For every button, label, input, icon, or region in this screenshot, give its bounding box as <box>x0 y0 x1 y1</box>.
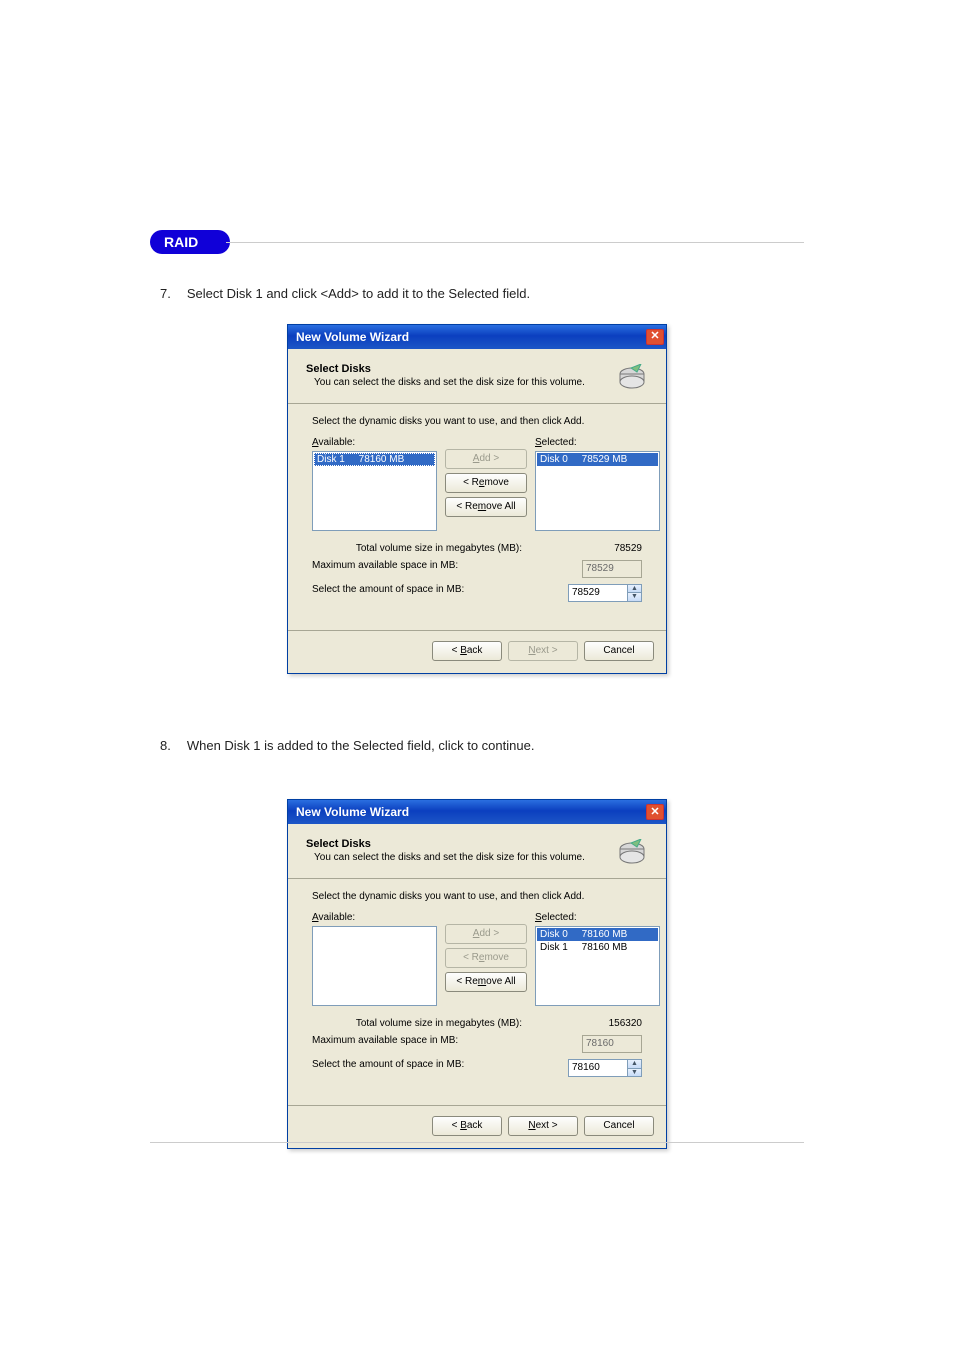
list-item[interactable]: Disk 0 78529 MB <box>537 453 658 466</box>
available-listbox[interactable]: Disk 1 78160 MB <box>312 451 437 531</box>
spin-up-icon[interactable]: ▲ <box>628 585 641 594</box>
section-rule <box>226 242 804 243</box>
add-button: Add > <box>445 449 527 469</box>
section-pill: RAID <box>150 230 230 254</box>
step-7-text: 7. Select Disk 1 and click <Add> to add … <box>160 284 804 304</box>
available-label: Available: <box>312 437 437 448</box>
close-icon[interactable]: ✕ <box>646 329 664 345</box>
disk-icon <box>616 838 648 868</box>
wizard-step-subtitle: You can select the disks and set the dis… <box>314 377 585 388</box>
list-item[interactable]: Disk 0 78160 MB <box>537 928 658 941</box>
instruction-text: Select the dynamic disks you want to use… <box>312 416 642 427</box>
max-space-label: Maximum available space in MB: <box>312 1035 458 1053</box>
spin-up-icon[interactable]: ▲ <box>628 1060 641 1069</box>
next-button[interactable]: Next > <box>508 1116 578 1136</box>
back-button[interactable]: < Back <box>432 641 502 661</box>
window-title: New Volume Wizard <box>296 330 409 344</box>
amount-label: Select the amount of space in MB: <box>312 584 464 602</box>
selected-label: Selected: <box>535 912 660 923</box>
list-item[interactable]: Disk 1 78160 MB <box>537 941 658 954</box>
amount-input[interactable]: 78529 <box>568 584 628 602</box>
add-button: Add > <box>445 924 527 944</box>
step-8-text: 8.When Disk 1 is added to the Selected f… <box>160 736 534 756</box>
total-size-value: 78529 <box>582 543 642 554</box>
separator <box>288 878 666 879</box>
list-item[interactable]: Disk 1 78160 MB <box>314 453 435 466</box>
next-button: Next > <box>508 641 578 661</box>
titlebar: New Volume Wizard ✕ <box>288 325 666 349</box>
spin-down-icon[interactable]: ▼ <box>628 593 641 601</box>
selected-listbox[interactable]: Disk 0 78529 MB <box>535 451 660 531</box>
remove-all-button[interactable]: < Remove All <box>445 972 527 992</box>
available-label: Available: <box>312 912 437 923</box>
separator <box>288 403 666 404</box>
remove-all-button[interactable]: < Remove All <box>445 497 527 517</box>
remove-button[interactable]: < Remove <box>445 473 527 493</box>
total-size-label: Total volume size in megabytes (MB): <box>312 543 522 554</box>
spin-down-icon[interactable]: ▼ <box>628 1069 641 1077</box>
close-icon[interactable]: ✕ <box>646 804 664 820</box>
wizard-dialog: New Volume Wizard ✕ Select Disks You can… <box>287 799 667 1149</box>
window-title: New Volume Wizard <box>296 805 409 819</box>
selected-listbox[interactable]: Disk 0 78160 MBDisk 1 78160 MB <box>535 926 660 1006</box>
amount-input[interactable]: 78160 <box>568 1059 628 1077</box>
remove-button: < Remove <box>445 948 527 968</box>
amount-spinner[interactable]: ▲ ▼ <box>628 1059 642 1077</box>
wizard-dialog: New Volume Wizard ✕ Select Disks You can… <box>287 324 667 674</box>
max-space-value: 78160 <box>582 1035 642 1053</box>
total-size-value: 156320 <box>582 1018 642 1029</box>
disk-icon <box>616 363 648 393</box>
wizard-step-title: Select Disks <box>306 838 585 850</box>
selected-label: Selected: <box>535 437 660 448</box>
cancel-button[interactable]: Cancel <box>584 641 654 661</box>
max-space-label: Maximum available space in MB: <box>312 560 458 578</box>
cancel-button[interactable]: Cancel <box>584 1116 654 1136</box>
wizard-step-subtitle: You can select the disks and set the dis… <box>314 852 585 863</box>
amount-label: Select the amount of space in MB: <box>312 1059 464 1077</box>
wizard-step-title: Select Disks <box>306 363 585 375</box>
max-space-value: 78529 <box>582 560 642 578</box>
total-size-label: Total volume size in megabytes (MB): <box>312 1018 522 1029</box>
titlebar: New Volume Wizard ✕ <box>288 800 666 824</box>
available-listbox[interactable] <box>312 926 437 1006</box>
instruction-text: Select the dynamic disks you want to use… <box>312 891 642 902</box>
back-button[interactable]: < Back <box>432 1116 502 1136</box>
amount-spinner[interactable]: ▲ ▼ <box>628 584 642 602</box>
page-footer <box>150 1142 804 1149</box>
